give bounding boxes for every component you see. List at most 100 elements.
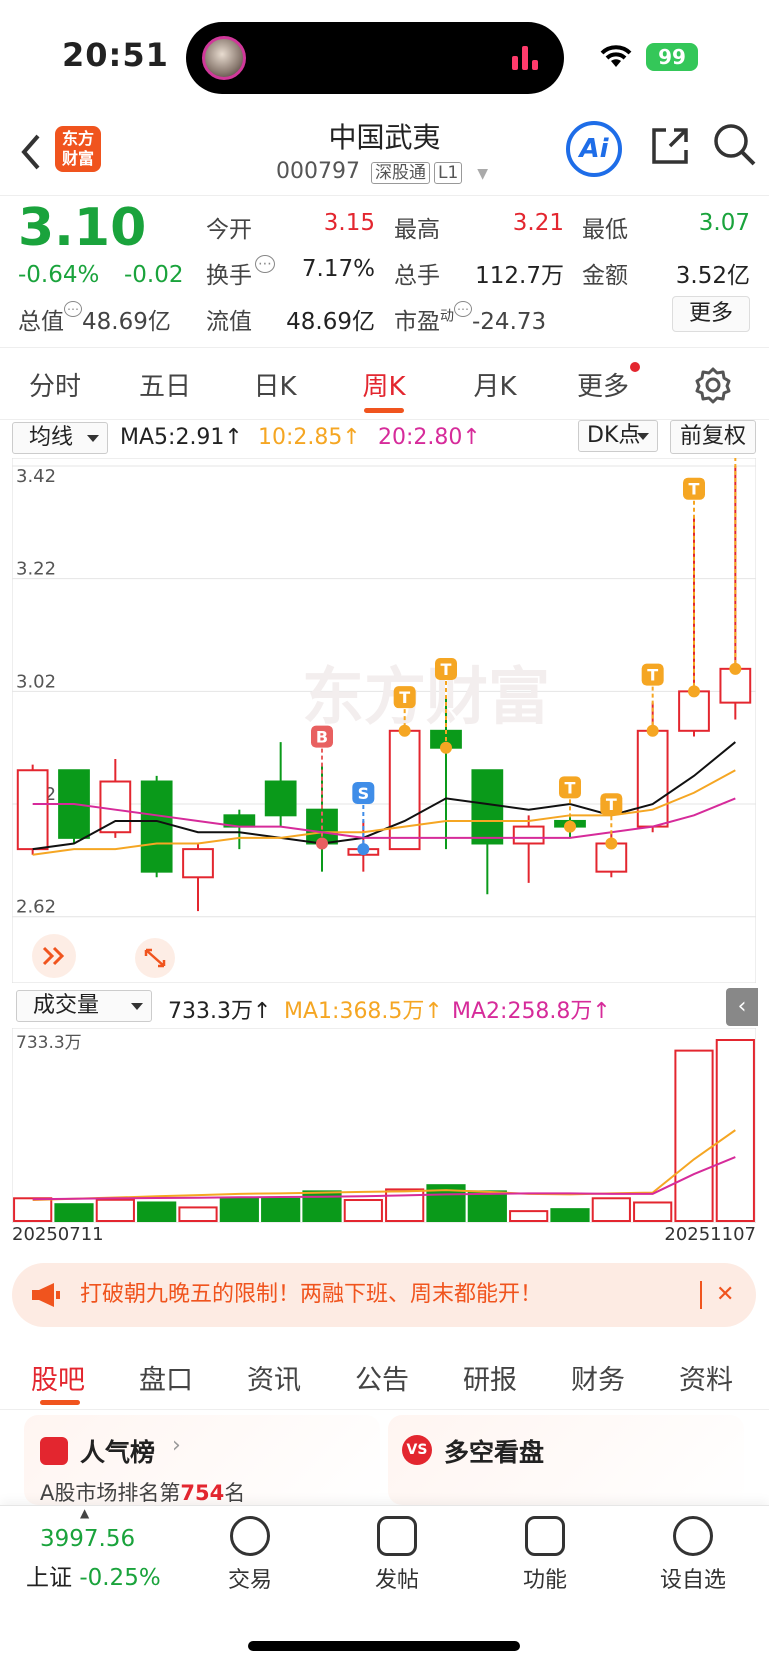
promo-text: 打破朝九晚五的限制！两融下班、周末都能开！ [80, 1282, 543, 1307]
share-icon[interactable] [648, 124, 692, 168]
nav-post[interactable]: 发帖 [337, 1516, 457, 1594]
amount-label: 金额 [582, 263, 628, 289]
y-tick-label: 3.42 [16, 466, 56, 487]
expand-arrows-icon[interactable] [32, 934, 76, 978]
rank-line: A股市场排名第754名 [40, 1477, 245, 1507]
close-icon[interactable]: ✕ [716, 1263, 734, 1327]
tab-announcement[interactable]: 公告 [332, 1358, 432, 1397]
more-dots-icon [673, 1516, 713, 1556]
volume-indicator-select[interactable]: 成交量 [16, 990, 152, 1022]
tab-daily[interactable]: 日K [220, 366, 330, 403]
tab-minute[interactable]: 分时 [0, 366, 110, 403]
quote-panel: 3.10 -0.64% -0.02 今开 3.15 最高 3.21 最低 3.0… [0, 196, 769, 348]
index-line[interactable]: 上证 -0.25% [26, 1558, 161, 1592]
promo-banner[interactable]: 打破朝九晚五的限制！两融下班、周末都能开！ ✕ [12, 1263, 756, 1327]
nav-trade[interactable]: 交易 [190, 1516, 310, 1594]
tab-monthly[interactable]: 月K [440, 366, 550, 403]
volume-bar [509, 1210, 549, 1223]
marker-letter: T [689, 480, 700, 499]
tab-profile[interactable]: 资料 [656, 1358, 756, 1397]
popularity-card[interactable]: 人气榜 › A股市场排名第754名 [24, 1415, 380, 1505]
info-icon[interactable]: ⋯ [454, 301, 472, 317]
volume-bar [633, 1201, 673, 1223]
pe-label: 市盈动 ⋯ -24.73 [394, 301, 546, 336]
adjust-button[interactable]: 前复权 [670, 420, 756, 454]
info-icon[interactable]: ⋯ [64, 301, 82, 317]
high-label: 最高 [394, 217, 440, 243]
indicator-select[interactable]: 均线 [12, 422, 108, 454]
caret-up-icon: ▲ [80, 1506, 90, 1520]
index-value[interactable]: 3997.56 [40, 1526, 135, 1552]
info-icon[interactable]: ⋯ [255, 255, 275, 273]
marker-dot [564, 820, 576, 833]
kline-chart[interactable]: 东方财富 3.423.223.022.822.62 BSTTTTTTT [12, 458, 756, 983]
tab-weekly[interactable]: 周K [329, 366, 439, 403]
candle-body [16, 769, 49, 851]
vol-ma2-label: MA2:258.8万↑ [452, 999, 611, 1024]
bull-bear-card[interactable]: VS 多空看盘 [388, 1415, 744, 1505]
dynamic-island [186, 22, 564, 94]
tab-guba[interactable]: 股吧 [8, 1358, 108, 1397]
marker-letter: T [606, 795, 617, 814]
level-tag: L1 [433, 162, 463, 184]
index-name: 上证 [26, 1565, 72, 1591]
dk-point-button[interactable]: DK点 [578, 420, 658, 452]
dropdown-arrow-icon: ▼ [477, 166, 489, 182]
marker-letter: T [399, 688, 410, 707]
tab-research[interactable]: 研报 [440, 1358, 540, 1397]
tab-5day[interactable]: 五日 [110, 366, 220, 403]
collapse-arrow-icon[interactable]: ‹ [726, 988, 758, 1026]
marker-dot [440, 741, 452, 754]
vs-icon: VS [402, 1435, 432, 1465]
ai-button[interactable]: Ai [566, 121, 622, 177]
volume-legend-bar: 成交量 733.3万↑ MA1:368.5万↑ MA2:258.8万↑ ‹ [0, 988, 769, 1028]
stock-code-row[interactable]: 000797 深股通 L1 ▼ [276, 158, 488, 184]
volume-bar [95, 1198, 135, 1222]
ma10-label: 10:2.85↑ [258, 425, 361, 450]
float-value: 48.69亿 [286, 309, 375, 335]
tab-more-label: 更多 [576, 372, 629, 402]
tab-pankou[interactable]: 盘口 [116, 1358, 216, 1397]
megaphone-icon [32, 1283, 60, 1307]
content-tabs: 股吧 盘口 资讯 公告 研报 财务 资料 [0, 1340, 769, 1410]
more-button[interactable]: 更多 [672, 296, 750, 332]
nav-watchlist[interactable]: 设自选 [633, 1516, 753, 1594]
watermark-logo: 东方财富 [302, 663, 550, 732]
marker-letter: B [316, 728, 328, 747]
ma5-line [32, 741, 736, 851]
stock-code: 000797 [276, 159, 360, 184]
settings-icon[interactable] [694, 366, 732, 404]
change-amount: -0.02 [124, 262, 184, 288]
tab-finance[interactable]: 财务 [548, 1358, 648, 1397]
rank-suffix: 名 [224, 1481, 246, 1505]
search-icon[interactable] [712, 122, 758, 168]
change-percent: -0.64% [18, 262, 100, 288]
mcap-label-text: 总值 [18, 309, 64, 335]
volume-bar [54, 1203, 94, 1222]
volume-value: 112.7万 [475, 263, 564, 289]
music-avatar-icon [202, 36, 246, 80]
popularity-title: 人气榜 [80, 1438, 156, 1467]
marker-letter: T [441, 660, 452, 679]
pe-label-text: 市盈 [394, 309, 440, 335]
zoom-icon[interactable] [135, 938, 175, 978]
tab-more[interactable]: 更多 [548, 362, 658, 403]
volume-chart[interactable]: 733.3万 [12, 1028, 756, 1223]
candle-body [140, 780, 173, 873]
status-bar: 20:51 99 [0, 0, 769, 110]
pe-sup: 动 [440, 308, 454, 325]
turnover-value: 7.17% [301, 256, 375, 282]
vol_ma2-line [32, 1156, 736, 1201]
mcap-value: 48.69亿 [82, 309, 171, 335]
candle-body [182, 848, 214, 879]
y-tick-label: 3.22 [16, 559, 56, 580]
nav-functions[interactable]: 功能 [485, 1516, 605, 1594]
ma5-label: MA5:2.91↑ [120, 425, 243, 450]
tab-news[interactable]: 资讯 [224, 1358, 324, 1397]
candle-body [512, 825, 545, 845]
home-indicator [248, 1641, 520, 1651]
marker-dot [605, 837, 618, 850]
open-label: 今开 [206, 217, 252, 243]
marker-dot [398, 724, 411, 737]
battery-level: 99 [658, 45, 686, 69]
